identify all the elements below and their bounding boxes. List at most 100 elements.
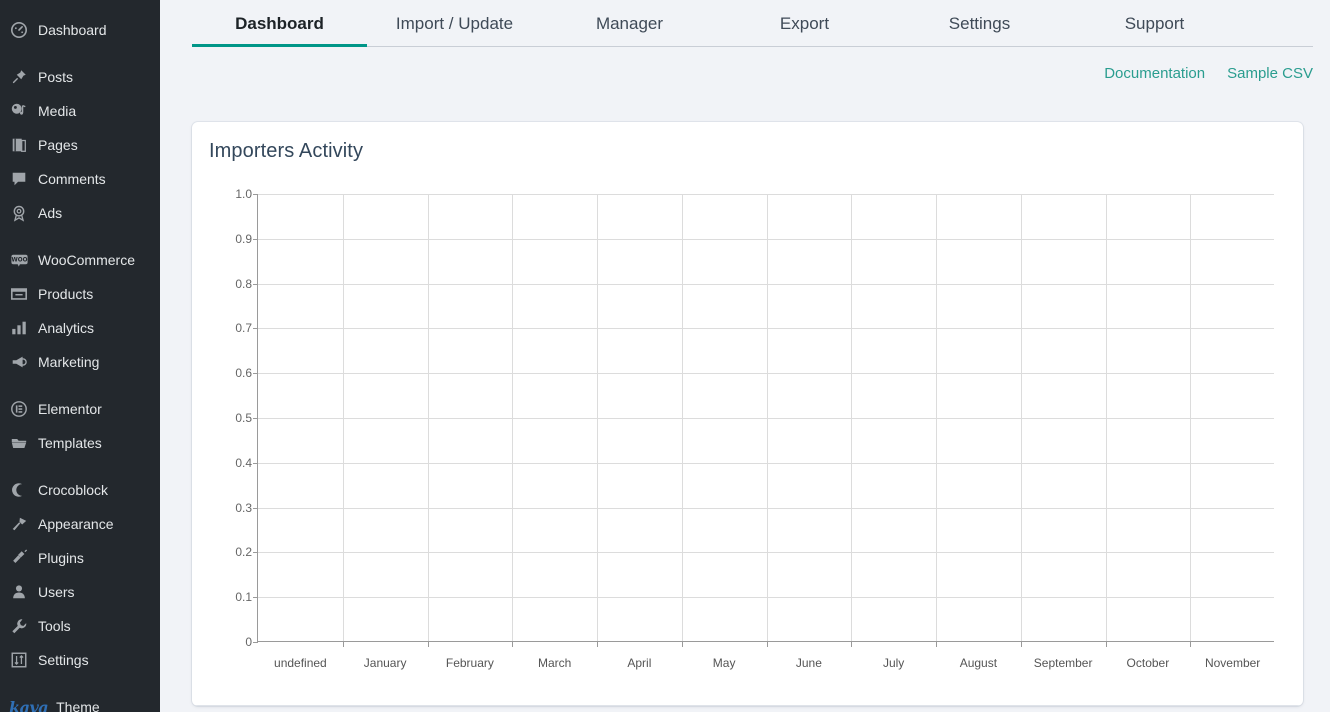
sidebar-item-label: Templates xyxy=(38,435,102,451)
pages-icon xyxy=(9,135,29,155)
sidebar-item-crocoblock[interactable]: Crocoblock xyxy=(0,473,160,507)
tab-export[interactable]: Export xyxy=(717,0,892,47)
sidebar-item-label: Plugins xyxy=(38,550,84,566)
tab-manager[interactable]: Manager xyxy=(542,0,717,47)
chart-y-tick-label: 0 xyxy=(245,635,252,649)
sidebar-item-label: Crocoblock xyxy=(38,482,109,498)
chart-y-tick-label: 0.1 xyxy=(235,590,252,605)
tab-import-update[interactable]: Import / Update xyxy=(367,0,542,47)
main-content: Dashboard Import / Update Manager Export… xyxy=(160,0,1330,712)
sidebar-item-woocommerce[interactable]: WOO WooCommerce xyxy=(0,243,160,277)
sidebar-item-settings[interactable]: Settings xyxy=(0,643,160,677)
chart-gridline-vertical xyxy=(427,194,429,641)
sidebar-item-elementor[interactable]: Elementor xyxy=(0,392,160,426)
chart-x-tick-mark xyxy=(342,642,344,647)
comment-icon xyxy=(9,169,29,189)
documentation-link[interactable]: Documentation xyxy=(1104,65,1205,82)
sidebar-item-label: WooCommerce xyxy=(38,252,135,268)
sidebar-group-main: Dashboard xyxy=(0,13,160,47)
importers-activity-chart: 0 0.1 0.2 0.3 0.4 0.5 0.6 0.7 0.8 0.9 1.0 undefined… xyxy=(209,184,1287,684)
sidebar-item-label: Dashboard xyxy=(38,22,107,38)
sidebar-divider-5 xyxy=(0,677,160,690)
sidebar-item-label: Elementor xyxy=(38,401,102,417)
sidebar-item-label: Pages xyxy=(38,137,78,153)
products-icon xyxy=(9,284,29,304)
sidebar-item-products[interactable]: Products xyxy=(0,277,160,311)
chart-gridline-vertical xyxy=(1190,194,1192,641)
sidebar-item-media[interactable]: Media xyxy=(0,94,160,128)
chart-x-tick-mark xyxy=(427,642,429,647)
chart-gridline-vertical xyxy=(1105,194,1107,641)
chart-x-tick-label: July xyxy=(882,656,905,670)
chart-y-tick-mark xyxy=(253,238,258,240)
chart-x-tick-label: May xyxy=(712,656,736,670)
sidebar-item-label: Posts xyxy=(38,69,74,85)
chart-y-tick-label: 1.0 xyxy=(235,187,252,201)
dashboard-icon xyxy=(9,20,29,40)
woocommerce-icon: WOO xyxy=(9,250,29,270)
sidebar-item-appearance[interactable]: Appearance xyxy=(0,507,160,541)
chart-x-tick-label: August xyxy=(959,656,998,670)
chart-y-tick-label: 0.5 xyxy=(235,411,252,425)
sidebar-item-templates[interactable]: Templates xyxy=(0,426,160,460)
tools-icon xyxy=(9,616,29,636)
chart-x-tick-mark xyxy=(512,642,514,647)
sample-csv-link[interactable]: Sample CSV xyxy=(1227,65,1313,82)
sidebar-item-label: Marketing xyxy=(38,354,100,370)
chart-gridline-vertical xyxy=(766,194,768,641)
kava-logo: kava xyxy=(9,697,49,712)
sidebar-item-label: Comments xyxy=(38,171,106,187)
chart-y-tick-mark xyxy=(253,552,258,554)
sidebar-item-analytics[interactable]: Analytics xyxy=(0,311,160,345)
sidebar-item-users[interactable]: Users xyxy=(0,575,160,609)
chart-gridline-vertical xyxy=(512,194,514,641)
page-root: Dashboard Posts Media Pages Comments Ads… xyxy=(0,0,1330,712)
templates-icon xyxy=(9,433,29,453)
chart-x-tick-mark xyxy=(597,642,598,647)
sidebar-item-posts[interactable]: Posts xyxy=(0,60,160,94)
chart-x-tick-mark xyxy=(851,642,853,647)
sidebar-item-label: Analytics xyxy=(38,320,95,336)
sidebar-item-pages[interactable]: Pages xyxy=(0,128,160,162)
sidebar-group-commerce: WOO WooCommerce Products Analytics Marke… xyxy=(0,243,160,379)
svg-text:WOO: WOO xyxy=(11,257,27,263)
sidebar-item-marketing[interactable]: Marketing xyxy=(0,345,160,379)
tab-support[interactable]: Support xyxy=(1067,0,1242,47)
sidebar-group-system: Crocoblock Appearance Plugins Users Tool… xyxy=(0,473,160,677)
chart-x-tick-label: June xyxy=(795,656,822,670)
chart-x-tick-label: November xyxy=(1204,656,1261,670)
sidebar-group-builder: Elementor Templates xyxy=(0,392,160,460)
analytics-icon xyxy=(9,318,29,338)
sidebar-item-tools[interactable]: Tools xyxy=(0,609,160,643)
admin-sidebar: Dashboard Posts Media Pages Comments Ads… xyxy=(0,0,160,712)
sidebar-item-dashboard[interactable]: Dashboard xyxy=(0,13,160,47)
chart-gridline-vertical xyxy=(1020,194,1022,641)
chart-x-tick-mark xyxy=(1020,642,1022,647)
sidebar-item-ads[interactable]: Ads xyxy=(0,196,160,230)
tab-settings[interactable]: Settings xyxy=(892,0,1067,47)
sidebar-item-kava-theme[interactable]: kava Theme xyxy=(0,690,160,712)
chart-y-tick-label: 0.7 xyxy=(235,321,252,336)
chart-x-tick-mark xyxy=(1190,642,1192,647)
chart-plot-area: 0 0.1 0.2 0.3 0.4 0.5 0.6 0.7 0.8 0.9 1.0 undefined… xyxy=(235,187,1274,670)
sidebar-item-plugins[interactable]: Plugins xyxy=(0,541,160,575)
settings-icon xyxy=(9,650,29,670)
tab-dashboard[interactable]: Dashboard xyxy=(192,0,367,47)
chart-y-tick-label: 0.9 xyxy=(235,231,252,246)
top-links-row: Documentation Sample CSV xyxy=(160,48,1330,98)
chart-y-tick-mark xyxy=(253,462,258,464)
chart-x-tick-label: March xyxy=(537,656,572,670)
plugins-icon xyxy=(9,548,29,568)
chart-y-tick-label: 0.4 xyxy=(235,455,252,470)
chart-x-tick-label: February xyxy=(445,656,494,670)
sidebar-item-label: Settings xyxy=(38,652,89,668)
chart-gridline-vertical xyxy=(936,194,937,641)
marketing-icon xyxy=(9,352,29,372)
chart-y-tick-label: 0.8 xyxy=(235,276,252,291)
sidebar-divider-3 xyxy=(0,379,160,392)
chart-x-tick-label: undefined xyxy=(274,656,327,670)
sidebar-item-comments[interactable]: Comments xyxy=(0,162,160,196)
sidebar-item-label: Appearance xyxy=(38,516,114,532)
tab-bar: Dashboard Import / Update Manager Export… xyxy=(160,0,1330,48)
sidebar-item-label: Theme xyxy=(56,699,100,712)
